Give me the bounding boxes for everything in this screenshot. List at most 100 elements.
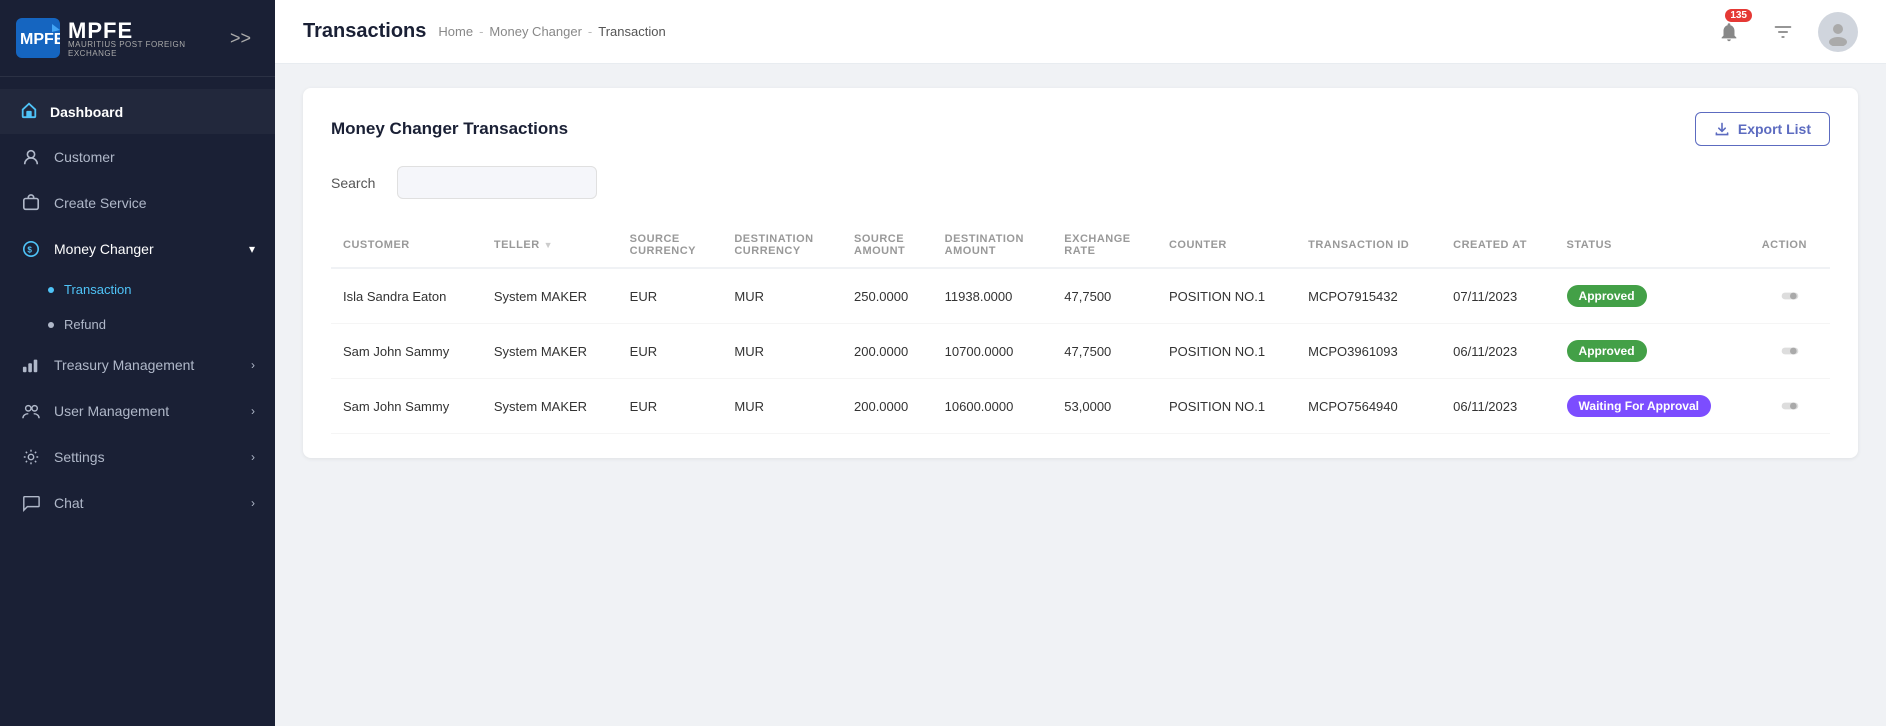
cell-action[interactable] — [1750, 324, 1830, 379]
avatar-image — [1824, 18, 1852, 46]
treasury-chevron: › — [251, 358, 255, 372]
settings-chevron: › — [251, 450, 255, 464]
sidebar-item-money-changer[interactable]: $ Money Changer ▾ — [0, 226, 275, 272]
breadcrumb-sep1: - — [479, 24, 483, 39]
cell-source-amount: 250.0000 — [842, 268, 933, 324]
sidebar-item-label-user-management: User Management — [54, 403, 169, 419]
cell-transaction-id: MCPO7915432 — [1296, 268, 1441, 324]
customer-icon — [20, 146, 42, 168]
breadcrumb-sep2: - — [588, 24, 592, 39]
cell-destination-amount: 10600.0000 — [933, 379, 1053, 434]
status-badge: Approved — [1567, 340, 1647, 362]
bell-icon — [1718, 21, 1740, 43]
table-body: Isla Sandra Eaton System MAKER EUR MUR 2… — [331, 268, 1830, 434]
sidebar-item-treasury-management[interactable]: Treasury Management › — [0, 342, 275, 388]
cell-action[interactable] — [1750, 268, 1830, 324]
sidebar-item-create-service[interactable]: Create Service — [0, 180, 275, 226]
cell-customer: Sam John Sammy — [331, 324, 482, 379]
notification-bell-button[interactable]: 135 — [1710, 13, 1748, 51]
col-source-currency: SOURCECURRENCY — [618, 223, 723, 268]
cell-created-at: 06/11/2023 — [1441, 379, 1554, 434]
sidebar-item-label-chat: Chat — [54, 495, 84, 511]
home-icon — [20, 101, 38, 122]
user-management-icon — [20, 400, 42, 422]
table-row: Isla Sandra Eaton System MAKER EUR MUR 2… — [331, 268, 1830, 324]
sidebar-subitem-refund[interactable]: Refund — [0, 307, 275, 342]
cell-action[interactable] — [1750, 379, 1830, 434]
table-row: Sam John Sammy System MAKER EUR MUR 200.… — [331, 379, 1830, 434]
col-teller[interactable]: TELLER ▼ — [482, 223, 618, 268]
card-header: Money Changer Transactions Export List — [331, 112, 1830, 146]
cell-teller: System MAKER — [482, 379, 618, 434]
header-left: Transactions Home - Money Changer - Tran… — [303, 20, 666, 43]
chat-chevron: › — [251, 496, 255, 510]
cell-counter: POSITION NO.1 — [1157, 268, 1296, 324]
action-toggle-icon[interactable] — [1762, 396, 1818, 416]
search-label: Search — [331, 175, 381, 191]
sidebar-item-label-create-service: Create Service — [54, 195, 147, 211]
col-destination-amount: DESTINATIONAMOUNT — [933, 223, 1053, 268]
action-toggle-icon[interactable] — [1762, 286, 1818, 306]
breadcrumb-home[interactable]: Home — [438, 24, 473, 39]
cell-source-amount: 200.0000 — [842, 379, 933, 434]
sidebar-subitem-transaction[interactable]: Transaction — [0, 272, 275, 307]
cell-status: Approved — [1555, 268, 1750, 324]
col-status: STATUS — [1555, 223, 1750, 268]
cell-teller: System MAKER — [482, 324, 618, 379]
cell-teller: System MAKER — [482, 268, 618, 324]
cell-status: Approved — [1555, 324, 1750, 379]
create-service-icon — [20, 192, 42, 214]
sidebar-item-chat[interactable]: Chat › — [0, 480, 275, 526]
main-area: Transactions Home - Money Changer - Tran… — [275, 0, 1886, 726]
breadcrumb-section[interactable]: Money Changer — [489, 24, 582, 39]
cell-created-at: 07/11/2023 — [1441, 268, 1554, 324]
table-header: CUSTOMER TELLER ▼ SOURCECURRENCY DESTINA… — [331, 223, 1830, 268]
teller-sort-icon: ▼ — [544, 240, 553, 250]
sidebar-item-user-management[interactable]: User Management › — [0, 388, 275, 434]
col-destination-currency: DESTINATIONCURRENCY — [722, 223, 842, 268]
avatar[interactable] — [1818, 12, 1858, 52]
mpfe-logo-icon: MPFE — [16, 18, 60, 58]
cell-customer: Isla Sandra Eaton — [331, 268, 482, 324]
sidebar-item-label-money-changer: Money Changer — [54, 241, 154, 257]
logo-text-block: MPFE MAURITIUS POST FOREIGN EXCHANGE — [68, 18, 222, 58]
treasury-icon — [20, 354, 42, 376]
cell-counter: POSITION NO.1 — [1157, 324, 1296, 379]
sidebar-logo: MPFE MPFE MAURITIUS POST FOREIGN EXCHANG… — [0, 0, 275, 77]
cell-exchange-rate: 47,7500 — [1052, 324, 1157, 379]
sidebar-item-label-treasury: Treasury Management — [54, 357, 194, 373]
action-toggle-icon[interactable] — [1762, 341, 1818, 361]
transaction-dot — [48, 287, 54, 293]
sidebar-item-customer[interactable]: Customer — [0, 134, 275, 180]
cell-destination-currency: MUR — [722, 379, 842, 434]
sidebar-item-dashboard[interactable]: Dashboard — [0, 89, 275, 134]
money-changer-chevron: ▾ — [249, 242, 255, 256]
export-icon — [1714, 121, 1730, 137]
logo-box: MPFE MPFE MAURITIUS POST FOREIGN EXCHANG… — [16, 18, 222, 58]
cell-source-amount: 200.0000 — [842, 324, 933, 379]
transactions-table: CUSTOMER TELLER ▼ SOURCECURRENCY DESTINA… — [331, 223, 1830, 434]
sidebar-item-settings[interactable]: Settings › — [0, 434, 275, 480]
cell-destination-amount: 10700.0000 — [933, 324, 1053, 379]
sidebar-subitem-label-refund: Refund — [64, 317, 106, 332]
sidebar-subitem-label-transaction: Transaction — [64, 282, 131, 297]
settings-icon — [20, 446, 42, 468]
export-list-button[interactable]: Export List — [1695, 112, 1830, 146]
content-area: Money Changer Transactions Export List S… — [275, 64, 1886, 726]
cell-transaction-id: MCPO7564940 — [1296, 379, 1441, 434]
col-created-at: CREATED AT — [1441, 223, 1554, 268]
filter-icon — [1773, 22, 1793, 42]
search-input[interactable] — [397, 166, 597, 199]
cell-created-at: 06/11/2023 — [1441, 324, 1554, 379]
refund-dot — [48, 322, 54, 328]
breadcrumb: Home - Money Changer - Transaction — [438, 24, 665, 39]
sidebar-toggle[interactable]: >> — [222, 24, 259, 53]
cell-status: Waiting For Approval — [1555, 379, 1750, 434]
cell-counter: POSITION NO.1 — [1157, 379, 1296, 434]
search-row: Search — [331, 166, 1830, 199]
sidebar-item-label-settings: Settings — [54, 449, 105, 465]
sidebar-item-label-customer: Customer — [54, 149, 115, 165]
cell-exchange-rate: 47,7500 — [1052, 268, 1157, 324]
export-btn-label: Export List — [1738, 121, 1811, 137]
filter-button[interactable] — [1764, 13, 1802, 51]
